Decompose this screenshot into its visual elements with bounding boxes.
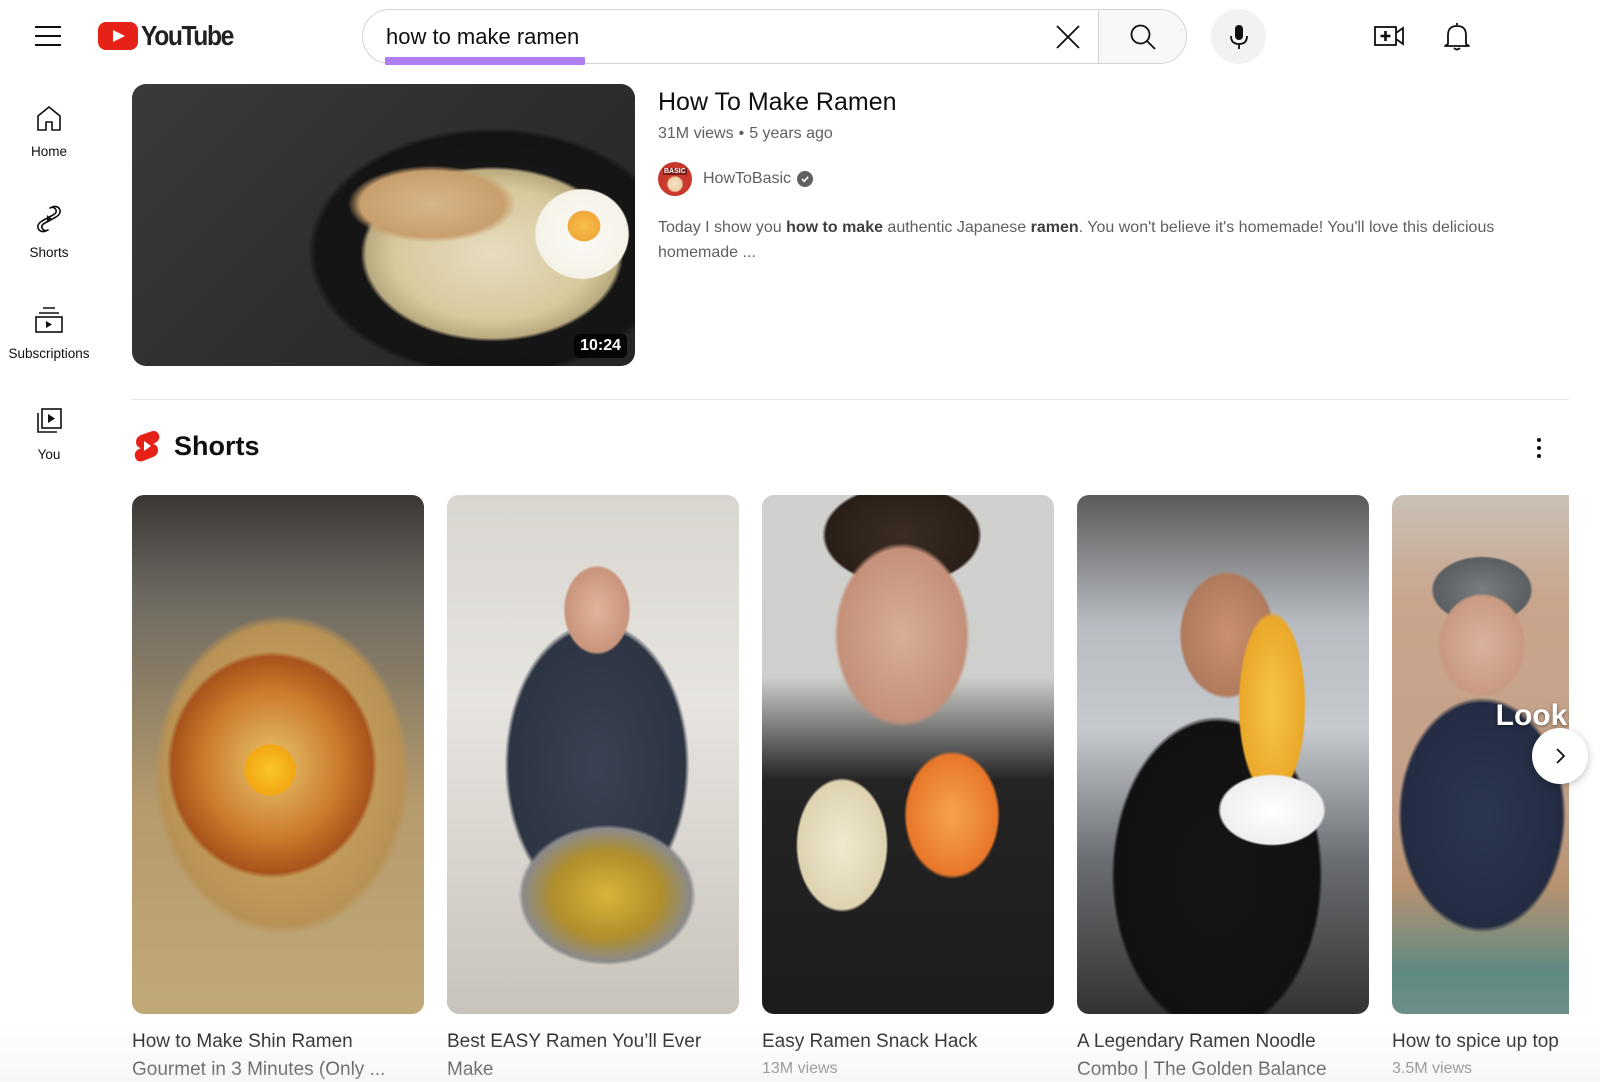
search-icon: [1130, 24, 1156, 50]
short-title[interactable]: How to Make Shin Ramen Gourmet in 3 Minu…: [132, 1028, 424, 1082]
more-vertical-icon[interactable]: [1524, 430, 1554, 466]
bell-icon: [1444, 23, 1470, 51]
logo-text: YouTube: [141, 20, 234, 51]
subscriptions-icon: [34, 304, 64, 336]
youtube-play-icon: [98, 22, 138, 50]
close-icon: [1056, 24, 1080, 49]
verified-badge-icon: [797, 171, 814, 187]
short-card[interactable]: Looks L How to spice up top 3.5M views: [1392, 495, 1569, 1078]
short-thumbnail[interactable]: [447, 495, 739, 1014]
short-title[interactable]: A Legendary Ramen Noodle Combo | The Gol…: [1077, 1028, 1369, 1082]
video-duration: 10:24: [574, 334, 627, 358]
sidebar-item-label: Home: [30, 144, 67, 159]
microphone-icon: [1229, 24, 1248, 49]
shorts-shelf-header: Shorts: [134, 430, 260, 462]
search-query-highlight: [385, 57, 585, 65]
sidebar-item-label: You: [37, 447, 61, 462]
video-info: How To Make Ramen 31M views • 5 years ago …: [658, 84, 1558, 265]
shorts-shelf-title: Shorts: [174, 430, 260, 461]
voice-search-button[interactable]: [1211, 9, 1266, 64]
shorts-logo-icon: [134, 430, 160, 462]
video-title[interactable]: How To Make Ramen: [658, 88, 1558, 117]
shorts-icon: [34, 203, 64, 235]
short-views: 3.5M views: [1392, 1060, 1473, 1077]
view-count: 31M views: [658, 125, 734, 142]
sidebar-item-label: Shorts: [29, 245, 69, 260]
upload-age: 5 years ago: [749, 125, 833, 142]
channel-name[interactable]: HowToBasic: [703, 170, 791, 188]
chevron-right-icon: [1556, 748, 1566, 764]
sidebar-item-subscriptions[interactable]: Subscriptions: [0, 292, 98, 372]
search-input[interactable]: [363, 10, 1038, 63]
create-button[interactable]: [1370, 16, 1410, 56]
video-add-icon: [1374, 26, 1404, 46]
short-title[interactable]: Easy Ramen Snack Hack: [762, 1028, 1054, 1056]
search-button[interactable]: [1098, 10, 1186, 63]
description-match: ramen: [1030, 219, 1079, 236]
notifications-button[interactable]: [1437, 16, 1477, 56]
description-text: Today I show you: [658, 219, 787, 236]
description-text: authentic Japanese: [882, 219, 1031, 236]
sidebar-item-home[interactable]: Home: [0, 90, 98, 170]
video-description-snippet: Today I show you how to make authentic J…: [658, 215, 1538, 265]
short-card[interactable]: How to Make Shin Ramen Gourmet in 3 Minu…: [132, 495, 424, 1082]
library-icon: [34, 405, 64, 437]
shorts-row: How to Make Shin Ramen Gourmet in 3 Minu…: [132, 495, 1569, 1082]
top-bar: YouTube: [0, 0, 1600, 72]
short-thumbnail[interactable]: [132, 495, 424, 1014]
shelf-next-button[interactable]: [1532, 728, 1588, 784]
short-card[interactable]: Best EASY Ramen You’ll Ever Make: [447, 495, 739, 1082]
video-thumbnail[interactable]: 10:24: [132, 84, 635, 366]
meta-separator: •: [738, 125, 745, 142]
sidebar-item-label: Subscriptions: [8, 346, 90, 361]
youtube-logo[interactable]: YouTube: [98, 20, 245, 52]
short-title[interactable]: Best EASY Ramen You’ll Ever Make: [447, 1028, 739, 1082]
sidebar-item-you[interactable]: You: [0, 393, 98, 473]
sidebar-item-shorts[interactable]: Shorts: [0, 191, 98, 271]
section-divider: [132, 399, 1569, 400]
short-thumbnail[interactable]: [1077, 495, 1369, 1014]
home-icon: [34, 102, 64, 134]
search-bar: [362, 9, 1187, 64]
short-title[interactable]: How to spice up top: [1392, 1028, 1569, 1056]
short-views: 13M views: [762, 1060, 838, 1077]
short-card[interactable]: A Legendary Ramen Noodle Combo | The Gol…: [1077, 495, 1369, 1082]
short-card[interactable]: Easy Ramen Snack Hack 13M views: [762, 495, 1054, 1078]
channel-link[interactable]: HowToBasic: [658, 162, 1558, 196]
video-metadata: 31M views • 5 years ago: [658, 125, 1558, 143]
short-thumbnail[interactable]: [762, 495, 1054, 1014]
hamburger-menu-icon[interactable]: [28, 18, 68, 54]
channel-avatar[interactable]: [658, 162, 692, 196]
clear-search-button[interactable]: [1038, 10, 1098, 63]
description-match: how to make: [786, 219, 883, 236]
